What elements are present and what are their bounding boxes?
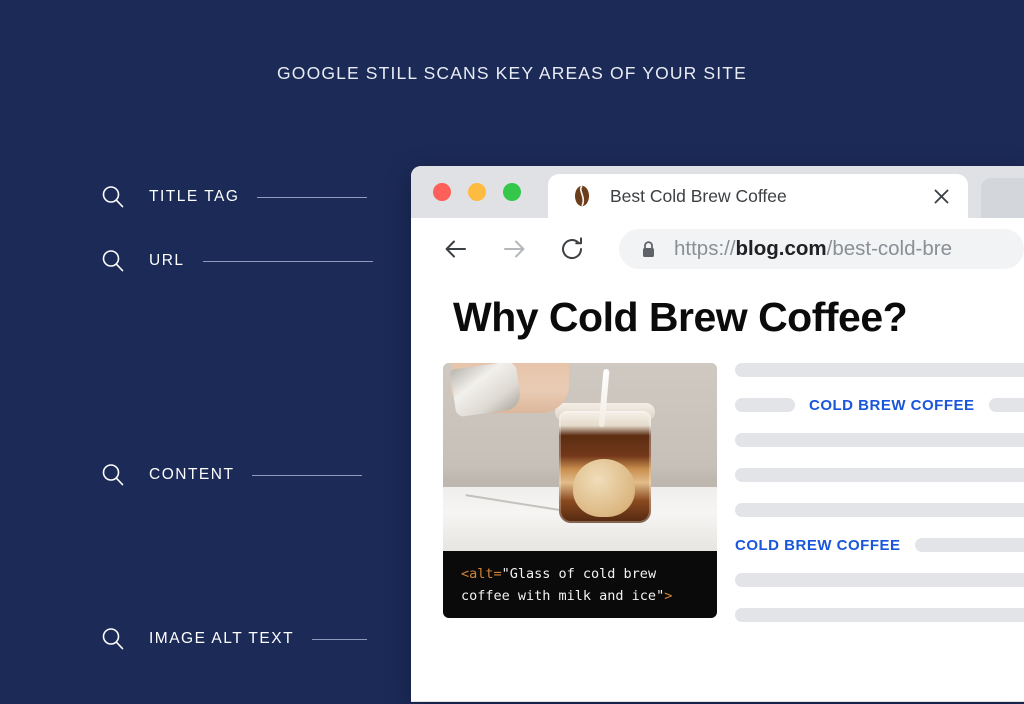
skeleton-row xyxy=(735,503,1024,517)
arrow-right-icon xyxy=(497,232,531,266)
skeleton-bar xyxy=(735,433,1024,447)
browser-window: Best Cold Brew Coffee https://blog.com/b… xyxy=(411,166,1024,702)
close-window-dot[interactable] xyxy=(433,183,451,201)
web-page-content: Why Cold Brew Coffee? <alt="Glass of col… xyxy=(411,280,1024,702)
skeleton-bar xyxy=(735,468,1024,482)
skeleton-bar xyxy=(735,608,1024,622)
search-icon xyxy=(99,247,127,275)
alt-text-line-2: coffee with milk and ice"> xyxy=(461,585,717,607)
checklist-item-image-alt-text[interactable]: IMAGE ALT TEXT xyxy=(99,624,368,654)
cold-brew-photo xyxy=(443,363,717,551)
checklist-label: IMAGE ALT TEXT xyxy=(149,630,295,647)
arrow-left-icon[interactable] xyxy=(439,232,473,266)
alt-text-part-1: "Glass of cold brew xyxy=(501,566,657,582)
checklist-connector-line xyxy=(252,474,363,476)
maximize-window-dot[interactable] xyxy=(503,183,521,201)
alt-tag-open: <alt= xyxy=(461,566,502,582)
cream-swirl xyxy=(573,459,635,517)
keyword-highlight: COLD BREW COFFEE xyxy=(809,396,975,414)
lock-icon xyxy=(641,240,656,259)
skeleton-bar xyxy=(914,538,1024,552)
checklist-item-title-tag[interactable]: TITLE TAG xyxy=(99,182,368,212)
checklist-connector-line xyxy=(202,260,373,262)
close-icon[interactable] xyxy=(928,183,954,209)
address-bar[interactable]: https://blog.com/best-cold-bre xyxy=(619,229,1024,269)
skeleton-bar xyxy=(735,573,1024,587)
skeleton-bar xyxy=(735,398,795,412)
window-controls xyxy=(433,183,521,201)
alt-tag-close: > xyxy=(664,588,673,604)
checklist-item-content[interactable]: CONTENT xyxy=(99,460,363,490)
skeleton-row xyxy=(735,363,1024,377)
browser-tab-title: Best Cold Brew Coffee xyxy=(610,185,787,206)
search-icon xyxy=(99,183,127,211)
skeleton-row xyxy=(735,608,1024,622)
skeleton-bar xyxy=(988,398,1024,412)
seo-checklist: TITLE TAG URL CONTENT IMAGE ALT TEXT xyxy=(0,0,411,704)
checklist-item-url[interactable]: URL xyxy=(99,246,373,276)
checklist-label: TITLE TAG xyxy=(149,188,240,205)
checklist-connector-line xyxy=(312,638,368,640)
checklist-connector-line xyxy=(257,196,368,198)
article-heading: Why Cold Brew Coffee? xyxy=(453,294,908,340)
article-body-skeleton: COLD BREW COFFEE COLD BREW COFFEE xyxy=(735,363,1024,643)
skeleton-row xyxy=(735,433,1024,447)
reload-icon[interactable] xyxy=(555,232,589,266)
checklist-label: CONTENT xyxy=(149,466,235,483)
browser-tab-active[interactable]: Best Cold Brew Coffee xyxy=(548,174,968,218)
url-path: /best-cold-bre xyxy=(826,237,952,260)
skeleton-row xyxy=(735,573,1024,587)
url-host: blog.com xyxy=(735,237,827,260)
browser-tab-strip: Best Cold Brew Coffee xyxy=(411,166,1024,218)
alt-text-overlay: <alt="Glass of cold brew coffee with mil… xyxy=(443,551,717,618)
browser-toolbar: https://blog.com/best-cold-bre xyxy=(411,218,1024,280)
skeleton-row: COLD BREW COFFEE xyxy=(735,536,1024,554)
page-bottom-divider xyxy=(411,701,1024,702)
checklist-label: URL xyxy=(149,252,185,269)
search-icon xyxy=(99,625,127,653)
coffee-bean-icon xyxy=(570,184,594,208)
skeleton-row: COLD BREW COFFEE xyxy=(735,396,1024,414)
skeleton-row xyxy=(735,468,1024,482)
url-scheme: https:// xyxy=(674,237,736,260)
address-bar-url: https://blog.com/best-cold-bre xyxy=(674,237,952,261)
background-tab[interactable] xyxy=(981,178,1024,218)
alt-text-line-1: <alt="Glass of cold brew xyxy=(461,563,717,585)
keyword-highlight: COLD BREW COFFEE xyxy=(735,536,901,554)
skeleton-bar xyxy=(735,503,1024,517)
search-icon xyxy=(99,461,127,489)
alt-text-part-2: coffee with milk and ice" xyxy=(461,588,665,604)
skeleton-bar xyxy=(735,363,1024,377)
minimize-window-dot[interactable] xyxy=(468,183,486,201)
